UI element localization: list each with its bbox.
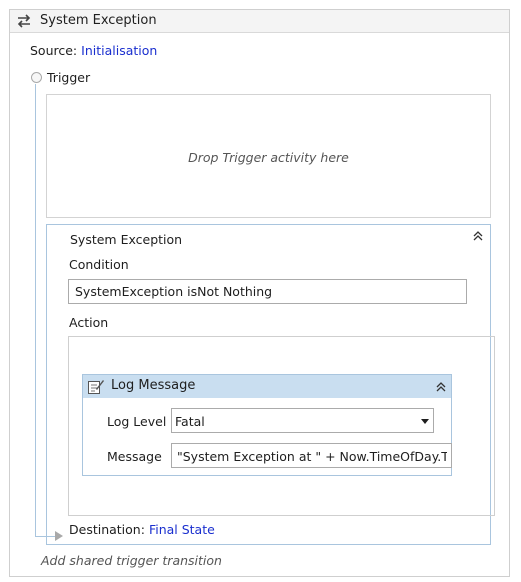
transition-title[interactable]: System Exception [70,232,182,247]
log-level-label: Log Level [107,414,167,429]
chevron-down-icon[interactable] [421,419,429,424]
destination-link[interactable]: Final State [149,522,215,537]
action-label: Action [69,315,109,330]
message-value: "System Exception at " + Now.TimeOfDay.T… [177,449,447,464]
header-title: System Exception [40,13,157,28]
source-link[interactable]: Initialisation [81,43,157,58]
message-label: Message [107,449,162,464]
add-shared-trigger-transition[interactable]: Add shared trigger transition [41,553,222,568]
source-row: Source: Initialisation [30,43,157,58]
log-message-title: Log Message [111,378,196,393]
condition-label: Condition [69,257,129,272]
trigger-label: Trigger [47,70,91,85]
trigger-radio[interactable] [31,72,42,83]
destination-label: Destination: [69,522,145,537]
drop-hint: Drop Trigger activity here [188,150,349,165]
swap-arrows-icon [17,14,31,28]
condition-input[interactable]: SystemException isNot Nothing [68,279,467,304]
destination-row: Destination: Final State [69,522,215,537]
connector-line [35,84,36,537]
log-level-value: Fatal [175,414,205,429]
log-message-icon [88,380,104,394]
collapse-icon[interactable] [470,228,486,244]
log-level-select[interactable] [171,408,434,433]
collapse-icon[interactable] [433,379,449,395]
source-label: Source: [30,43,78,58]
